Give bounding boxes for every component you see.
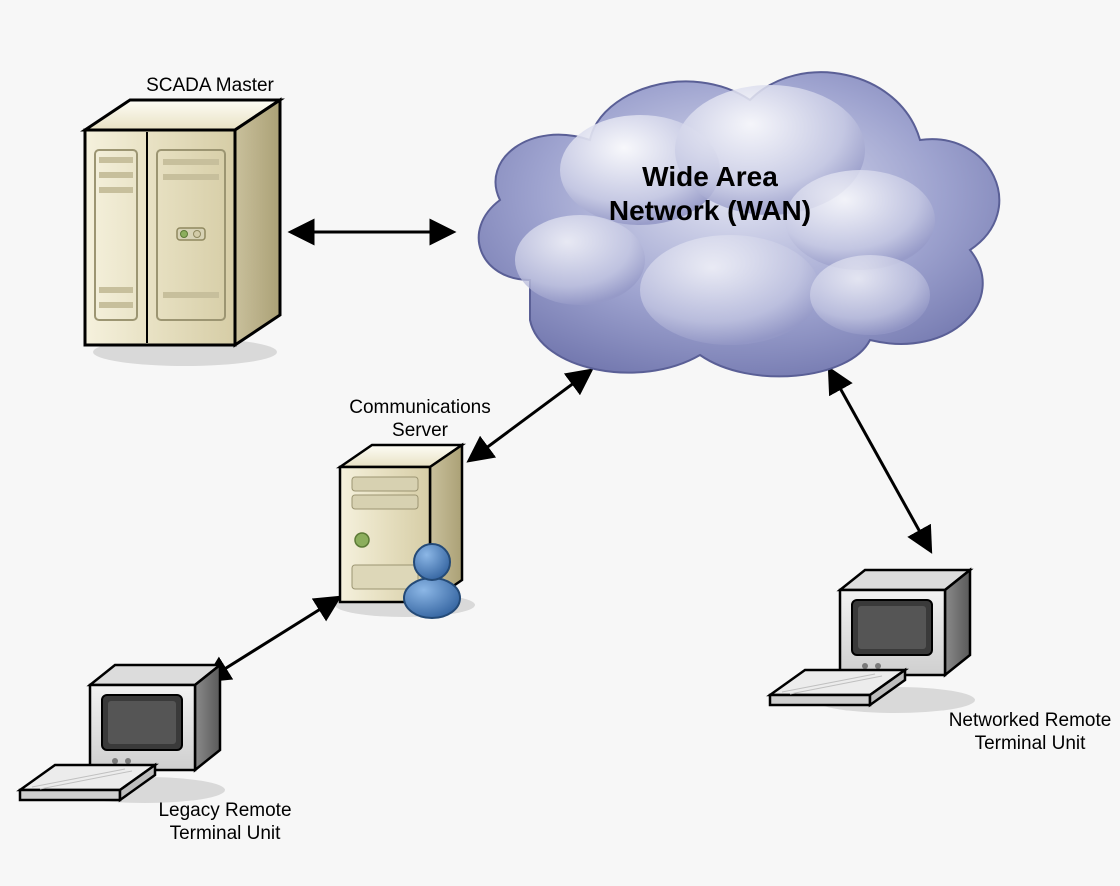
arrow-commserver-to-legacy-rtu (207, 598, 338, 680)
legacy-rtu-label: Legacy Remote Terminal Unit (130, 800, 320, 846)
cloud-title-line2: Network (WAN) (609, 195, 811, 226)
diagram-canvas: Wide Area Network (WAN) (0, 0, 1120, 886)
cloud-title: Wide Area Network (WAN) (560, 160, 860, 227)
networked-rtu-label: Networked Remote Terminal Unit (930, 710, 1120, 756)
arrow-cloud-to-networked-rtu (830, 370, 930, 550)
comm-server-label: Communications Server (330, 397, 510, 443)
cloud-title-line1: Wide Area (642, 161, 778, 192)
scada-master-label: SCADA Master (120, 75, 300, 98)
